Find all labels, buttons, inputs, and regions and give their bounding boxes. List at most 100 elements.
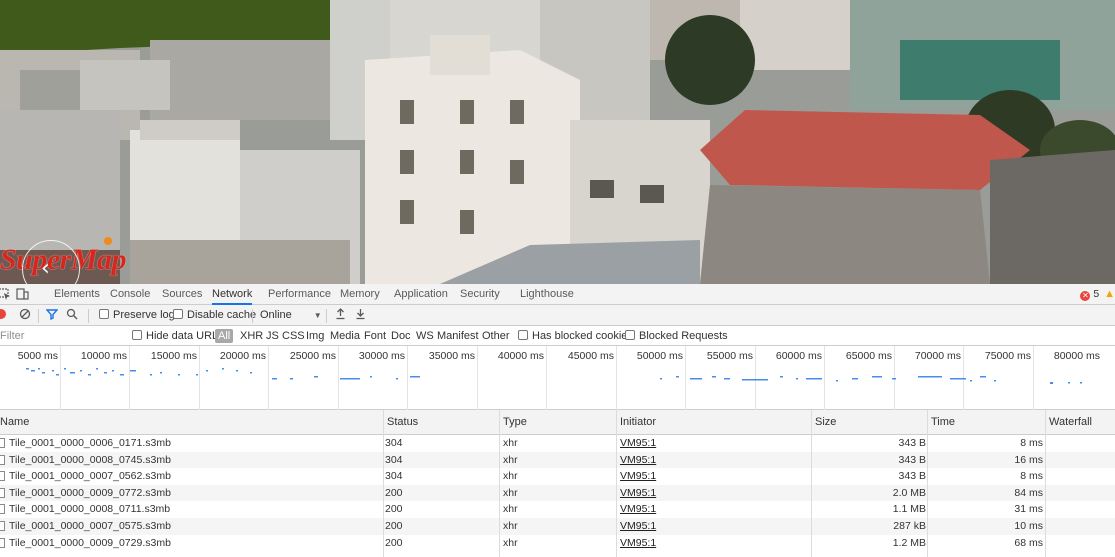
request-type: xhr [503,486,518,499]
filter-type-manifest[interactable]: Manifest [437,326,479,346]
tab-network[interactable]: Network [212,284,253,305]
request-name: Tile_0001_0000_0006_0171.s3mb [9,437,171,449]
requests-table-body: Tile_0001_0000_0006_0171.s3mb 304 xhr VM… [0,435,1115,551]
request-initiator-link[interactable]: VM95:1 [620,485,656,502]
request-type: xhr [503,470,518,483]
table-row[interactable]: Tile_0001_0000_0007_0562.s3mb 304 xhr VM… [0,468,1115,485]
column-header-status[interactable]: Status [383,410,418,435]
request-name: Tile_0001_0000_0008_0745.s3mb [9,453,171,466]
request-name: Tile_0001_0000_0009_0729.s3mb [9,536,171,549]
disable-cache-checkbox[interactable]: Disable cache [173,305,256,326]
filter-type-doc[interactable]: Doc [391,326,411,346]
record-icon[interactable] [0,305,6,326]
hide-data-urls-checkbox[interactable]: Hide data URLs [132,326,224,346]
column-header-time[interactable]: Time [927,410,955,435]
filter-input[interactable] [0,328,122,344]
column-header-size[interactable]: Size [811,410,836,435]
preserve-log-checkbox[interactable]: Preserve log [99,305,175,326]
table-row[interactable]: Tile_0001_0000_0007_0575.s3mb 200 xhr VM… [0,517,1115,535]
device-toolbar-icon[interactable] [16,288,29,300]
request-status: 304 [385,437,403,449]
network-toolbar: Preserve log Disable cache Online ▼ [0,305,1115,326]
column-divider [499,410,500,557]
column-divider [616,410,617,557]
export-har-icon[interactable] [355,305,366,326]
request-initiator-link[interactable]: VM95:1 [620,435,656,452]
tab-sources[interactable]: Sources [162,284,202,305]
network-overview-timeline[interactable]: 5000 ms 10000 ms 15000 ms 20000 ms 25000… [0,346,1115,410]
error-warning-counter[interactable]: ✕ 5 ▲ [1080,288,1115,301]
table-row[interactable]: Tile_0001_0000_0008_0745.s3mb 304 xhr VM… [0,451,1115,469]
toolbar-separator [252,309,253,323]
hide-data-urls-label: Hide data URLs [146,330,224,342]
search-icon[interactable] [66,305,78,326]
filter-type-all[interactable]: All [215,329,234,343]
request-status: 304 [385,470,403,483]
filter-icon[interactable] [45,305,59,326]
tab-performance[interactable]: Performance [268,284,331,305]
error-count: 5 [1093,288,1100,300]
filter-type-media[interactable]: Media [330,326,360,346]
filter-type-img[interactable]: Img [306,326,324,346]
column-header-waterfall[interactable]: Waterfall [1045,410,1092,435]
disable-cache-label: Disable cache [187,309,257,321]
request-status: 200 [385,486,403,499]
blocked-requests-label: Blocked Requests [639,330,728,342]
tab-console[interactable]: Console [110,284,150,305]
table-row[interactable]: Tile_0001_0000_0009_0729.s3mb 200 xhr VM… [0,535,1115,552]
request-type: xhr [503,437,518,449]
filter-type-js[interactable]: JS [266,326,279,346]
has-blocked-cookies-checkbox[interactable]: Has blocked cookies [518,326,633,346]
request-type: xhr [503,503,518,516]
network-filter-bar: Hide data URLs All XHR JS CSS Img Media … [0,326,1115,346]
request-name: Tile_0001_0000_0008_0711.s3mb [9,503,171,516]
request-size: 343 B [898,453,926,466]
table-row[interactable]: Tile_0001_0000_0009_0772.s3mb 200 xhr VM… [0,484,1115,502]
clear-icon[interactable] [19,305,31,326]
request-size: 2.0 MB [892,486,926,499]
request-initiator-link[interactable]: VM95:1 [620,535,656,552]
filter-type-font[interactable]: Font [364,326,386,346]
tab-lighthouse[interactable]: Lighthouse [520,284,574,305]
request-time: 8 ms [1020,437,1043,449]
warning-icon: ▲ [1104,288,1115,300]
inspect-element-icon[interactable] [0,288,11,300]
throttling-select[interactable]: Online ▼ [260,305,322,326]
request-type: xhr [503,519,518,532]
devtools-panel: Elements Console Sources Network Perform… [0,284,1115,557]
request-time: 10 ms [1014,519,1043,532]
toolbar-separator [326,309,327,323]
column-header-initiator[interactable]: Initiator [616,410,656,435]
request-status: 200 [385,519,403,532]
table-row[interactable]: Tile_0001_0000_0008_0711.s3mb 200 xhr VM… [0,501,1115,518]
filter-type-xhr[interactable]: XHR [240,326,263,346]
filter-type-other[interactable]: Other [482,326,510,346]
chevron-left-icon[interactable]: ‹ [41,258,50,280]
request-size: 1.2 MB [892,536,926,549]
import-har-icon[interactable] [335,305,346,326]
tab-memory[interactable]: Memory [340,284,380,305]
request-initiator-link[interactable]: VM95:1 [620,501,656,518]
request-size: 343 B [898,470,926,483]
toolbar-separator [38,309,39,323]
column-header-type[interactable]: Type [499,410,527,435]
toolbar-separator [88,309,89,323]
devtools-tab-bar: Elements Console Sources Network Perform… [0,284,1115,305]
tab-application[interactable]: Application [394,284,448,305]
column-divider [811,410,812,557]
request-name: Tile_0001_0000_0007_0562.s3mb [9,470,171,483]
tab-security[interactable]: Security [460,284,500,305]
request-initiator-link[interactable]: VM95:1 [620,518,656,535]
filter-type-ws[interactable]: WS [416,326,434,346]
column-header-name[interactable]: Name [0,410,29,435]
filter-type-css[interactable]: CSS [282,326,305,346]
request-initiator-link[interactable]: VM95:1 [620,468,656,485]
request-time: 68 ms [1014,536,1043,549]
blocked-requests-checkbox[interactable]: Blocked Requests [625,326,728,346]
table-row[interactable]: Tile_0001_0000_0006_0171.s3mb 304 xhr VM… [0,435,1115,452]
request-initiator-link[interactable]: VM95:1 [620,452,656,469]
request-status: 304 [385,453,403,466]
request-size: 287 kB [893,519,926,532]
3d-map-viewport[interactable]: SuperMap ‹ [0,0,1115,284]
tab-elements[interactable]: Elements [54,284,100,305]
